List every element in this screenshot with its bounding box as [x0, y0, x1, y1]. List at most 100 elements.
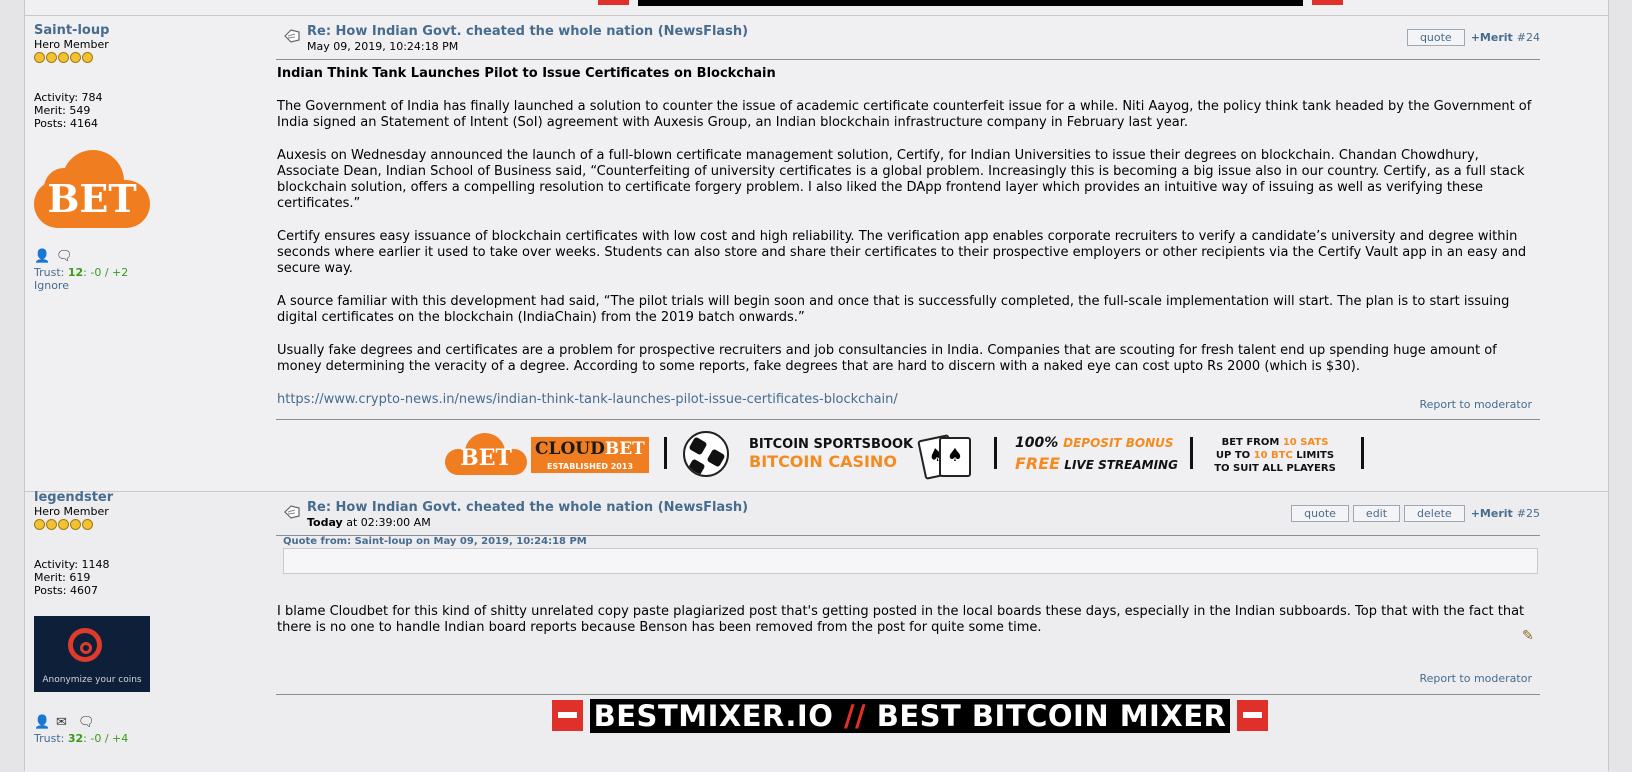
bet-from-value: 10 SATS	[1282, 437, 1329, 448]
trust-detail: : -0 / +2	[83, 266, 129, 279]
avatar: Anonymize your coins	[34, 616, 150, 692]
up-to-value: 10 BTC	[1253, 450, 1293, 461]
trust-label: Trust:	[34, 266, 65, 279]
post-number[interactable]: #24	[1517, 31, 1540, 44]
chat-bubble-icon[interactable]: 🗨	[56, 250, 73, 264]
merit-button[interactable]: +Merit	[1471, 31, 1513, 44]
poster-icons: 👤 ✉ 🗨	[34, 716, 254, 732]
quote-button[interactable]: quote	[1291, 505, 1349, 522]
mixer-logo-right	[1237, 700, 1268, 731]
live-streaming: LIVE STREAMING	[1064, 458, 1178, 472]
trust-rating[interactable]: Trust: 32: -0 / +4	[34, 732, 254, 745]
banner-separator	[664, 437, 667, 469]
report-to-moderator-link[interactable]: Report to moderator	[1419, 672, 1532, 685]
star-icon	[46, 52, 57, 63]
poster-posts: Posts: 4164	[34, 117, 98, 130]
up-to-line: UP TO 10 BTC LIMITS	[1209, 449, 1341, 462]
trust-score: 12	[67, 266, 84, 279]
signature-divider	[276, 694, 1540, 695]
date-today: Today	[307, 516, 343, 529]
rank-stars	[34, 52, 254, 64]
cloudbet-established: ESTABLISHED 2013	[546, 462, 634, 471]
cloudbet-logo: CLOUDBET ESTABLISHED 2013	[531, 437, 649, 473]
soccer-ball-icon	[683, 431, 729, 477]
cloudbet-logo-text: CLOUDBET	[535, 439, 645, 459]
casino-text: BITCOIN CASINO	[749, 452, 897, 471]
forum-frame: Saint-loup Hero Member Activity: 784 Mer…	[24, 0, 1609, 772]
mail-icon[interactable]: ✉	[56, 716, 72, 730]
star-icon	[58, 519, 69, 530]
star-icon	[82, 52, 93, 63]
post-body: Indian Think Tank Launches Pilot to Issu…	[277, 66, 1539, 425]
ignore-link[interactable]: Ignore	[34, 279, 254, 292]
poster-rank: Hero Member	[34, 505, 109, 518]
trust-rating[interactable]: Trust: 12: -0 / +2	[34, 266, 254, 279]
banner-black-strip	[638, 0, 1303, 6]
profile-icon[interactable]: 👤	[34, 716, 50, 730]
poster-merit: Merit: 549	[34, 104, 91, 117]
suit-line: TO SUIT ALL PLAYERS	[1214, 463, 1336, 474]
quote-header-link[interactable]: Quote from: Saint-loup on May 09, 2019, …	[283, 536, 587, 547]
star-icon	[82, 519, 93, 530]
forum-post-24: Saint-loup Hero Member Activity: 784 Mer…	[25, 15, 1608, 492]
banner-separator	[1190, 437, 1193, 469]
edit-pencil-icon[interactable]: ✎	[1522, 628, 1540, 644]
post-subject-icon	[284, 29, 300, 43]
post-buttons: quote edit delete +Merit #25	[1287, 505, 1540, 522]
poster-activity: Activity: 784	[34, 91, 103, 104]
chat-bubble-icon[interactable]: 🗨	[78, 716, 95, 730]
banner-red-block-left	[598, 0, 629, 5]
star-icon	[70, 519, 81, 530]
post-number[interactable]: #25	[1517, 507, 1540, 520]
poster-username[interactable]: legendster	[34, 491, 254, 504]
mixer-logo-bar	[558, 712, 577, 718]
post-subject-link[interactable]: Re: How Indian Govt. cheated the whole n…	[307, 500, 748, 515]
signature-divider	[276, 419, 1540, 420]
bestmixer-banner-top[interactable]	[598, 0, 1343, 7]
post-paragraph: Usually fake degrees and certificates ar…	[277, 343, 1497, 374]
poster-info: Saint-loup Hero Member Activity: 784 Mer…	[34, 24, 254, 292]
bestmixer-ad-banner[interactable]: BESTMIXER.IO // BEST BITCOIN MIXER	[552, 699, 1268, 733]
bet-from-label: BET FROM	[1221, 437, 1283, 448]
report-to-moderator-link[interactable]: Report to moderator	[1419, 398, 1532, 411]
avatar-caption: Anonymize your coins	[42, 675, 142, 685]
mixer-text-b: BEST BITCOIN MIXER	[866, 699, 1227, 733]
poster-username[interactable]: Saint-loup	[34, 24, 254, 37]
mixer-text-slash: //	[843, 699, 867, 733]
post-body: I blame Cloudbet for this kind of shitty…	[277, 604, 1525, 635]
bet-limits-text: BET FROM 10 SATS UP TO 10 BTC LIMITS TO …	[1209, 436, 1341, 475]
poster-info: legendster Hero Member Activity: 1148 Me…	[34, 491, 254, 745]
quote-box	[283, 548, 1538, 574]
post-paragraph: Auxesis on Wednesday announced the launc…	[277, 148, 1525, 211]
cloudbet-ad-banner[interactable]: BET CLOUDBET ESTABLISHED 2013 BITCOIN SP…	[445, 425, 1365, 480]
trust-detail: : -0 / +4	[83, 732, 129, 745]
post-paragraph: A source familiar with this development …	[277, 294, 1510, 325]
banner-separator	[994, 437, 997, 469]
sportsbook-text: BITCOIN SPORTSBOOK	[749, 437, 914, 452]
poster-rank: Hero Member	[34, 38, 109, 51]
star-icon	[46, 519, 57, 530]
post-subject-icon	[284, 505, 300, 519]
live-streaming-text: FREE LIVE STREAMING	[1015, 454, 1178, 473]
avatar-text: BET	[47, 176, 137, 221]
star-icon	[58, 52, 69, 63]
mixer-text-a: BESTMIXER.IO	[593, 699, 844, 733]
logo-bet-text: BET	[604, 439, 645, 459]
poster-stats: Activity: 784 Merit: 549 Posts: 4164	[34, 91, 254, 130]
source-link[interactable]: https://www.crypto-news.in/news/indian-t…	[277, 392, 898, 407]
avatar-logo-dot	[80, 642, 92, 654]
profile-icon[interactable]: 👤	[34, 250, 50, 264]
banner-red-block-right	[1312, 0, 1343, 5]
cloudbet-cloud-icon: BET	[445, 433, 527, 475]
mixer-logo-left	[552, 700, 583, 731]
edit-button[interactable]: edit	[1352, 505, 1401, 522]
delete-button[interactable]: delete	[1404, 505, 1465, 522]
merit-button[interactable]: +Merit	[1471, 507, 1513, 520]
post-paragraph: Certify ensures easy issuance of blockch…	[277, 229, 1527, 276]
post-subject-link[interactable]: Re: How Indian Govt. cheated the whole n…	[307, 24, 748, 39]
quote-button[interactable]: quote	[1406, 29, 1465, 46]
cloudbet-icon-text: BET	[460, 445, 512, 471]
up-to-label: UP TO	[1215, 450, 1254, 461]
star-icon	[34, 519, 45, 530]
deposit-pct: 100%	[1015, 435, 1059, 451]
